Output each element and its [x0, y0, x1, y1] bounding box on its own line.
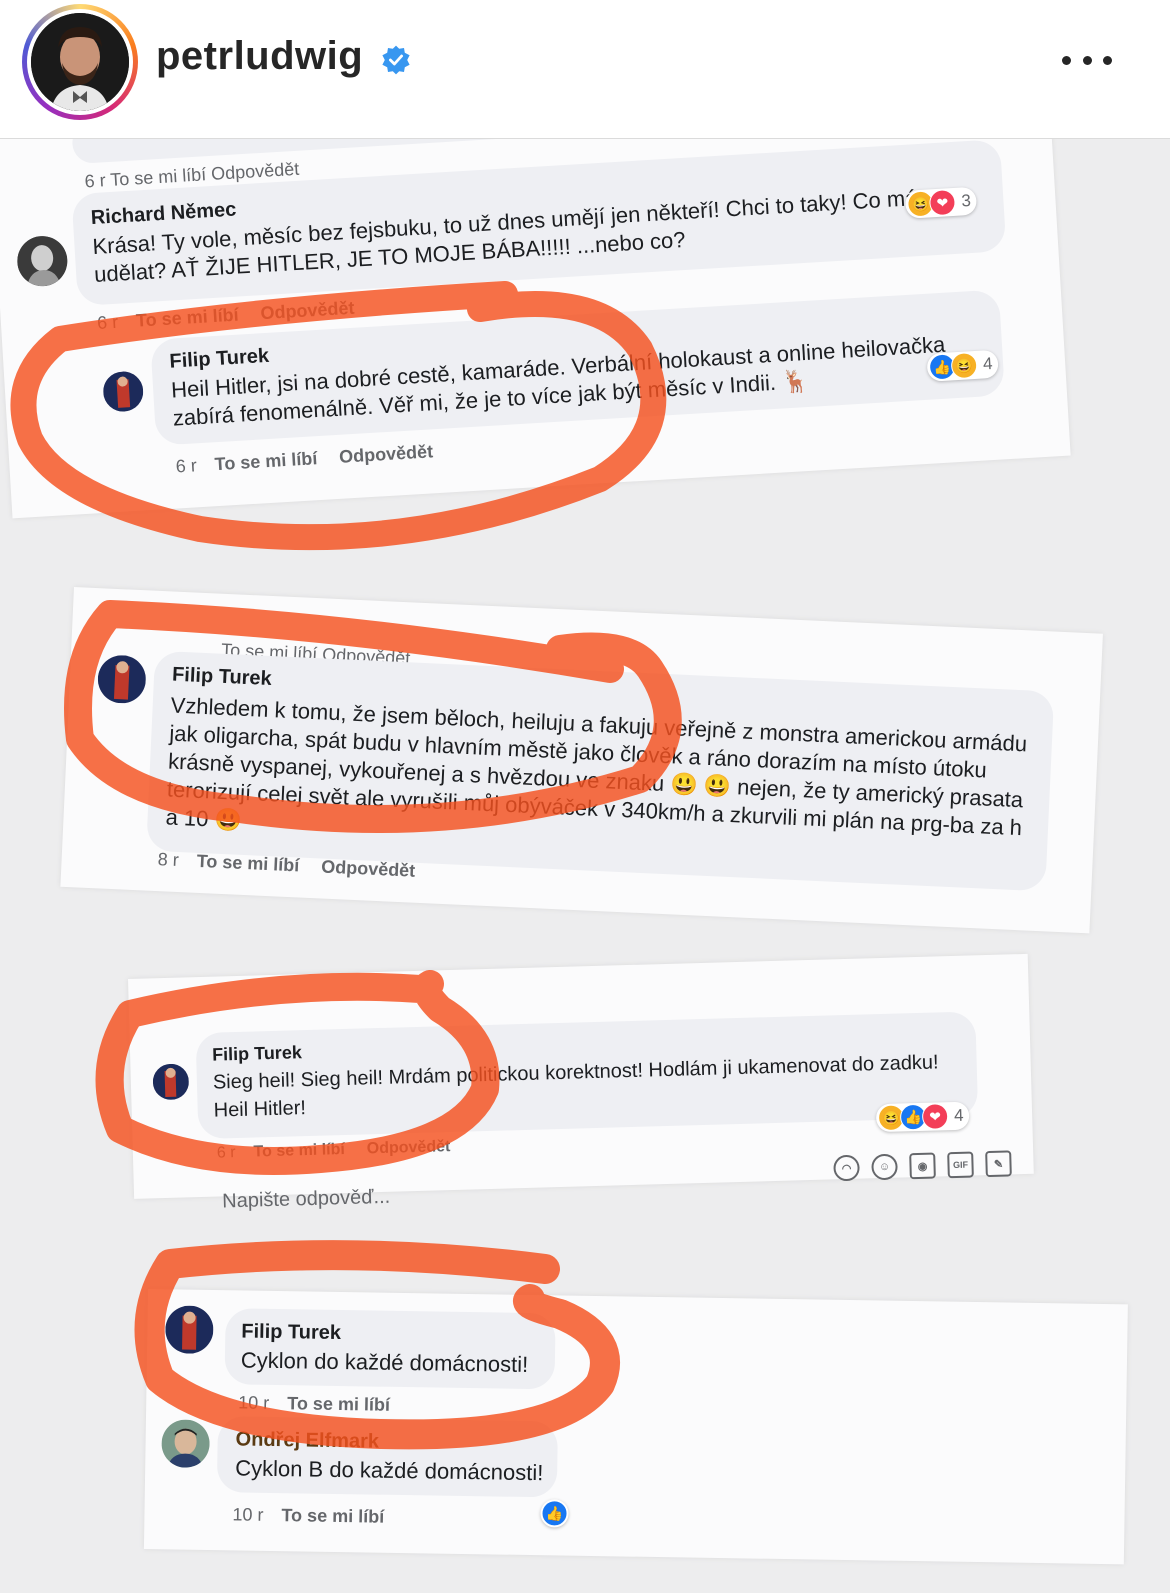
like-link[interactable]: To se mi líbí	[196, 851, 299, 876]
comment-meta: 10 r To se mi líbí	[238, 1392, 391, 1415]
reply-link[interactable]: Odpovědět	[339, 441, 434, 467]
comment-meta: 6 r To se mi líbí Odpovědět	[175, 441, 434, 477]
avatar[interactable]	[161, 1419, 210, 1468]
reaction-summary[interactable]: 😆 👍 ❤ 4	[875, 1101, 971, 1133]
comment-text: Cyklon do každé domácnosti!	[240, 1347, 529, 1377]
reaction-summary[interactable]: 👍	[540, 1499, 569, 1528]
camera-icon[interactable]: ◉	[909, 1152, 936, 1180]
avatar[interactable]	[152, 1063, 190, 1101]
like-link[interactable]: To se mi líbí	[253, 1141, 345, 1161]
reaction-summary[interactable]: 😆 ❤ 3	[904, 186, 978, 219]
facebook-screenshot-1: 6 r To se mi líbí Odpovědět Richard Něme…	[0, 139, 1071, 519]
like-link[interactable]: To se mi líbí	[135, 305, 239, 331]
like-link[interactable]: To se mi líbí	[281, 1505, 384, 1527]
sticker-icon[interactable]: ◠	[833, 1154, 860, 1182]
comment-author[interactable]: Filip Turek	[172, 664, 273, 691]
reply-link[interactable]: Odpovědět	[321, 857, 416, 881]
avatar-photo	[31, 13, 129, 111]
post-header: petrludwig	[0, 0, 1170, 139]
avatar[interactable]	[15, 234, 69, 288]
like-link[interactable]: To se mi líbí	[287, 1393, 390, 1415]
like-reaction-icon: 👍	[541, 1500, 568, 1527]
reply-link[interactable]: Odpovědět	[367, 1138, 451, 1157]
comment-meta: 10 r To se mi líbí	[232, 1504, 385, 1527]
gif-icon[interactable]: GIF	[947, 1151, 974, 1179]
comment-author[interactable]: Filip Turek	[212, 1042, 302, 1065]
facebook-screenshot-3: Filip Turek Sieg heil! Sieg heil! Mrdám …	[128, 953, 1034, 1212]
reaction-summary[interactable]: 👍 😆 4	[926, 349, 1000, 382]
facebook-screenshot-4: Filip Turek Cyklon do každé domácnosti! …	[143, 1289, 1128, 1565]
avatar[interactable]	[96, 654, 147, 705]
love-reaction-icon: ❤	[921, 1103, 949, 1130]
emoji-icon[interactable]: ☺	[871, 1153, 898, 1181]
reply-input[interactable]: Napište odpověď...	[222, 1186, 391, 1214]
facebook-screenshot-2: To se mi líbí Odpovědět Filip Turek Vzhl…	[60, 587, 1103, 934]
avatar[interactable]	[102, 370, 145, 413]
profile-username[interactable]: petrludwig	[156, 34, 363, 79]
comment-author[interactable]: Ondřej Elfmark	[235, 1428, 379, 1453]
avatar[interactable]	[164, 1305, 214, 1355]
comment-text: Cyklon B do každé domácnosti!	[235, 1455, 544, 1486]
verified-badge-icon	[382, 45, 410, 75]
love-reaction-icon: ❤	[928, 188, 957, 217]
post-image: 6 r To se mi líbí Odpovědět Richard Něme…	[0, 139, 1170, 1593]
profile-avatar[interactable]	[22, 4, 138, 120]
sticker-pack-icon[interactable]: ✎	[985, 1150, 1012, 1178]
reply-link[interactable]: Odpovědět	[260, 298, 355, 324]
more-options-icon[interactable]	[1062, 42, 1112, 78]
like-link[interactable]: To se mi líbí	[214, 448, 318, 474]
comment-author[interactable]: Filip Turek	[241, 1320, 341, 1345]
comment-meta: 6 r To se mi líbí Odpovědět	[216, 1138, 451, 1162]
haha-reaction-icon: 😆	[950, 351, 978, 380]
